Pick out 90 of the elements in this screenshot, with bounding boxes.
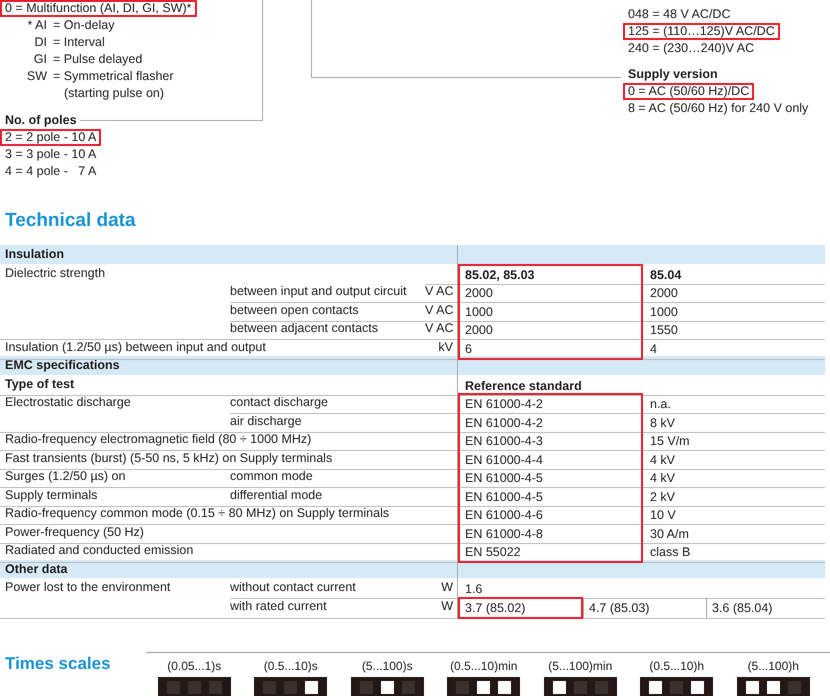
table-cell: Insulation (1.2/50 µs) between input and output bbox=[5, 340, 266, 354]
option-text: 048 = 48 V AC/DC bbox=[627, 6, 732, 23]
note-code: * AI bbox=[26, 17, 47, 34]
unit-label: W bbox=[441, 598, 453, 612]
table-cell: Radiated and conducted emission bbox=[5, 543, 194, 557]
table-cell: between open contacts bbox=[230, 302, 359, 316]
table-cell-text: 30 A/m bbox=[649, 526, 690, 542]
table-cell: with rated current bbox=[230, 598, 327, 612]
note-continuation: (starting pulse on) bbox=[64, 85, 164, 102]
unit-label: V AC bbox=[425, 321, 454, 335]
table-cell: Type of test bbox=[5, 376, 74, 390]
table-cell-text: 4 bbox=[649, 340, 658, 358]
table-cell: EN 61000-4-8 bbox=[458, 522, 643, 544]
table-cell: Power-frequency (50 Hz) bbox=[5, 524, 144, 538]
scale-label: (0.5...10)s bbox=[264, 659, 318, 673]
table-cell: EN 61000-4-6 bbox=[458, 504, 643, 525]
table-cell-text: 1550 bbox=[649, 322, 679, 339]
table-cell: 2000 bbox=[458, 319, 643, 340]
table-cell: air discharge bbox=[230, 414, 302, 428]
option-text: 2 = 2 pole - 10 A bbox=[0, 129, 102, 146]
table-cell-text: 2 kV bbox=[649, 488, 676, 506]
unit-label: W bbox=[441, 580, 453, 594]
option-text: 240 = (230…240)V AC bbox=[627, 40, 756, 57]
option-text: 4 = 4 pole - 7 A bbox=[4, 163, 98, 180]
scale-label: (5...100)s bbox=[362, 659, 413, 673]
table-cell: EN 61000-4-4 bbox=[458, 448, 643, 470]
table-cell-text: 85.04 bbox=[649, 266, 682, 284]
table-cell-text: 1.6 bbox=[464, 581, 484, 598]
option-text: 3 = 3 pole - 10 A bbox=[4, 146, 98, 163]
table-cell-text: 4 kV bbox=[649, 470, 676, 487]
table-cell: differential mode bbox=[230, 488, 322, 502]
table-cell: EN 61000-4-2 bbox=[458, 393, 643, 414]
table-cell: EN 61000-4-2 bbox=[458, 412, 643, 432]
table-cell: 4.7 (85.03) bbox=[583, 596, 706, 618]
table-cell: between input and output circuit bbox=[230, 284, 407, 298]
option-text: 8 = AC (50/60 Hz) for 240 V only bbox=[627, 100, 810, 117]
table-cell-text: 8 kV bbox=[649, 414, 676, 432]
note-code: SW bbox=[26, 68, 47, 85]
table-cell-text: 4 kV bbox=[649, 452, 676, 468]
note-code: DI bbox=[34, 34, 47, 51]
table-cell: between adjacent contacts bbox=[230, 321, 378, 335]
table-cell: 3.7 (85.02) bbox=[458, 596, 583, 618]
table-cell-text: 2000 bbox=[649, 285, 679, 302]
table-cell: without contact current bbox=[230, 580, 356, 594]
table-cell: Supply terminals bbox=[5, 488, 98, 502]
scale-label: (5...100)h bbox=[748, 659, 799, 673]
scale-label: (0.5...10)min bbox=[450, 659, 518, 673]
section-heading: Times scales bbox=[5, 654, 112, 675]
option-text: 125 = (110…125)V AC/DC bbox=[623, 23, 780, 40]
table-cell: 1000 bbox=[458, 300, 643, 322]
table-cell-text: n.a. bbox=[649, 396, 672, 413]
section-heading: Technical data bbox=[5, 210, 137, 232]
table-cell: Radio-frequency electromagnetic field (80 ÷ 1000 MHz) bbox=[5, 432, 312, 446]
note-meaning: = Interval bbox=[53, 34, 105, 51]
table-cell: EN 61000-4-5 bbox=[458, 467, 643, 488]
table-cell: Dielectric strength bbox=[5, 266, 106, 280]
table-cell: 2000 bbox=[458, 282, 643, 303]
unit-label: kV bbox=[438, 340, 453, 354]
table-cell: 85.02, 85.03 bbox=[458, 264, 643, 284]
unit-label: V AC bbox=[425, 284, 454, 298]
section-header: Insulation bbox=[4, 246, 66, 263]
table-cell: EN 61000-4-5 bbox=[458, 486, 643, 506]
note-meaning: = Symmetrical flasher bbox=[53, 68, 174, 85]
section-title: Supply version bbox=[628, 66, 718, 83]
table-cell: Fast transients (burst) (5-50 ns, 5 kHz) on Supply terminals bbox=[5, 450, 332, 464]
section-header: Other data bbox=[4, 560, 69, 578]
note-meaning: = Pulse delayed bbox=[53, 51, 142, 68]
table-cell: contact discharge bbox=[230, 395, 328, 409]
table-cell-text: 15 V/m bbox=[649, 433, 691, 450]
table-cell-text: 10 V bbox=[649, 507, 677, 524]
unit-label: V AC bbox=[425, 302, 454, 316]
table-cell-text: 1000 bbox=[649, 304, 679, 320]
scale-label: (0.5...10)h bbox=[649, 659, 704, 673]
table-cell: EN 61000-4-3 bbox=[458, 430, 643, 451]
table-cell: Surges (1.2/50 µs) on bbox=[5, 469, 126, 483]
option-text: 0 = Multifunction (AI, DI, GI, SW)* bbox=[0, 0, 197, 17]
table-cell: common mode bbox=[230, 469, 313, 483]
table-cell: Electrostatic discharge bbox=[5, 395, 131, 409]
scale-label: (5...100)min bbox=[548, 659, 612, 673]
option-text: 0 = AC (50/60 Hz)/DC bbox=[623, 83, 754, 100]
table-cell: Power lost to the environment bbox=[5, 580, 170, 594]
scale-label: (0.05...1)s bbox=[167, 659, 222, 673]
table-cell: 3.6 (85.04) bbox=[706, 596, 825, 618]
note-meaning: = On-delay bbox=[53, 17, 114, 34]
note-code: GI bbox=[32, 51, 47, 68]
table-cell: Radio-frequency common mode (0.15 ÷ 80 MHz) on Supply terminals bbox=[5, 506, 390, 520]
table-cell-text: class B bbox=[649, 544, 692, 561]
section-title: No. of poles bbox=[5, 112, 77, 129]
table-cell-text: Reference standard bbox=[464, 378, 583, 394]
section-header: EMC specifications bbox=[4, 357, 121, 374]
